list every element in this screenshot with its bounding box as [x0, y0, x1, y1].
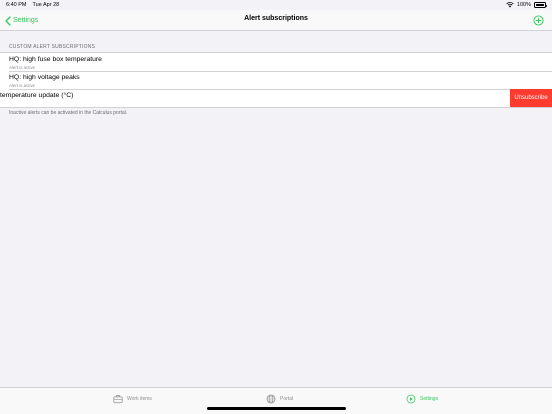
- plus-circle-icon[interactable]: [533, 15, 544, 26]
- subscription-row-swiped[interactable]: temperature update (°C) Unsubscribe: [0, 89, 552, 107]
- status-date: Tue Apr 28: [32, 2, 60, 8]
- tab-label: Work items: [127, 396, 152, 402]
- status-time: 6:40 PM: [6, 2, 27, 8]
- subscription-title: HQ: high fuse box temperature: [9, 56, 102, 63]
- subscription-row[interactable]: HQ: high voltage peaks Alert is active: [0, 71, 552, 89]
- wifi-icon: [506, 2, 514, 8]
- settings-play-icon: [406, 394, 416, 404]
- status-right: 100%: [506, 2, 547, 8]
- subscription-row[interactable]: HQ: high fuse box temperature Alert is a…: [0, 53, 552, 71]
- subscription-title: HQ: high voltage peaks: [9, 74, 80, 81]
- battery-icon: [534, 2, 547, 8]
- section-footer: Inactive alerts can be activated in the …: [9, 110, 128, 116]
- tab-work-items[interactable]: Work items: [113, 394, 152, 404]
- status-left: 6:40 PM Tue Apr 28: [6, 2, 59, 8]
- screen: 6:40 PM Tue Apr 28 100% Settings Alert s…: [0, 0, 552, 414]
- subscription-status: Alert is active: [9, 82, 36, 88]
- globe-icon: [266, 394, 276, 404]
- section-header: CUSTOM ALERT SUBSCRIPTIONS: [9, 44, 96, 50]
- tab-portal[interactable]: Portal: [266, 394, 293, 404]
- home-indicator[interactable]: [207, 407, 346, 410]
- unsubscribe-button[interactable]: Unsubscribe: [510, 89, 552, 107]
- subscription-status: Alert is active: [9, 64, 36, 70]
- tab-label: Portal: [280, 396, 294, 402]
- page-title: Alert subscriptions: [244, 15, 308, 22]
- tab-settings[interactable]: Settings: [406, 394, 438, 404]
- briefcase-icon: [113, 395, 123, 404]
- battery-percent: 100%: [516, 2, 531, 8]
- subscription-list: HQ: high fuse box temperature Alert is a…: [0, 52, 552, 108]
- subscription-title: temperature update (°C): [0, 92, 74, 99]
- status-bar: 6:40 PM Tue Apr 28 100%: [0, 0, 552, 10]
- navigation-bar: Settings Alert subscriptions: [0, 10, 552, 31]
- tab-label: Settings: [420, 396, 439, 402]
